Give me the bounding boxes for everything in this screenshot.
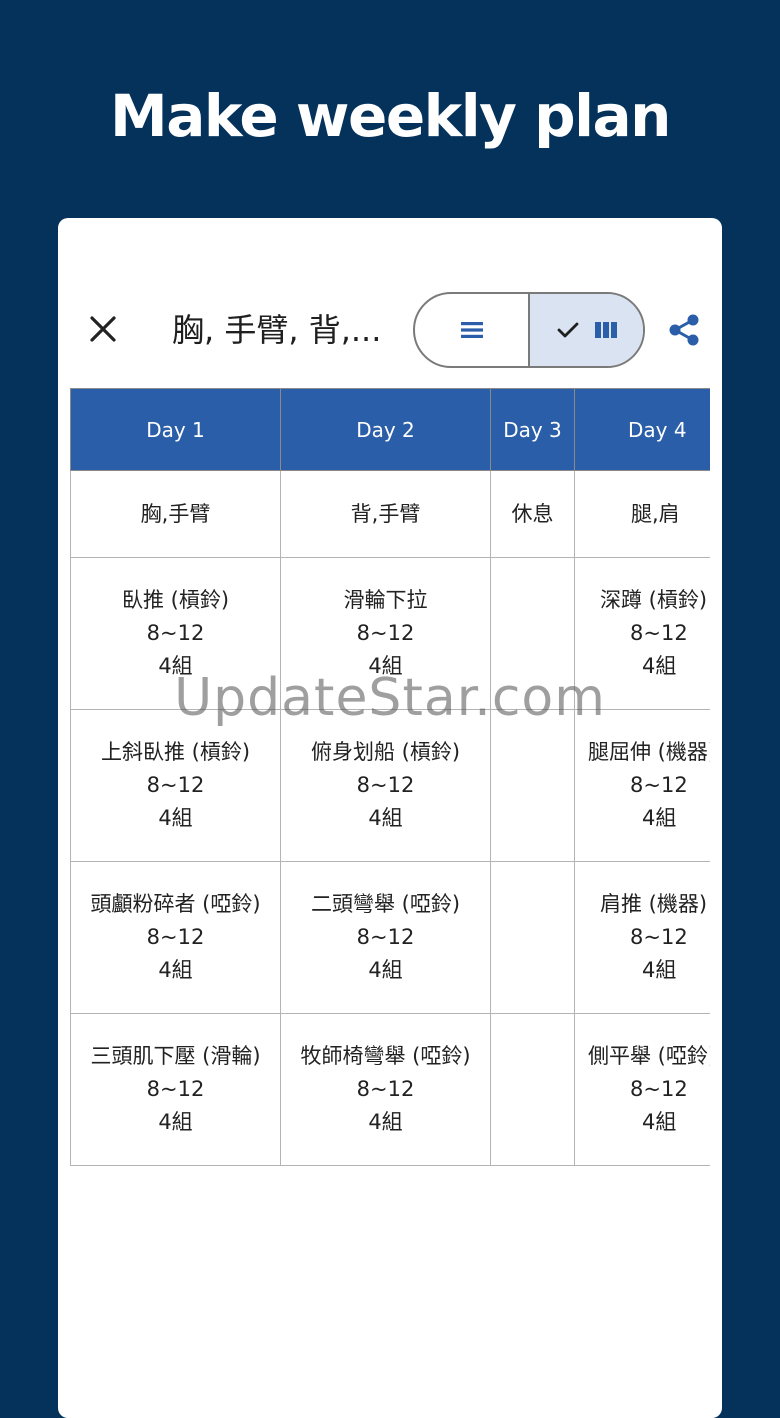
day-header[interactable]: Day 3 — [490, 388, 575, 471]
exercise-cell[interactable] — [490, 709, 575, 862]
exercise-reps: 8~12 — [630, 925, 688, 949]
day-header[interactable]: Day 1 — [70, 388, 281, 471]
share-icon — [669, 314, 699, 346]
grid-view-button[interactable] — [528, 294, 643, 366]
day-focus-cell[interactable]: 背,手臂 — [280, 470, 491, 558]
exercise-cell[interactable]: 俯身划船 (槓鈴) 8~12 4組 — [280, 709, 491, 862]
exercise-sets: 4組 — [158, 958, 193, 982]
exercise-name: 深蹲 (槓鈴) — [600, 588, 708, 612]
exercise-sets: 4組 — [642, 806, 677, 830]
exercise-sets: 4組 — [642, 1110, 677, 1134]
exercise-sets: 4組 — [158, 806, 193, 830]
exercise-row: 上斜臥推 (槓鈴) 8~12 4組 俯身划船 (槓鈴) 8~12 4組 腿屈伸 … — [70, 709, 710, 862]
list-icon — [460, 322, 483, 338]
day-focus-cell[interactable]: 腿,肩 — [574, 470, 710, 558]
check-icon — [557, 322, 578, 338]
exercise-reps: 8~12 — [146, 1077, 205, 1101]
exercise-cell[interactable] — [490, 861, 575, 1014]
exercise-name: 側平舉 (啞鈴) — [588, 1044, 710, 1068]
promo-headline: Make weekly plan — [110, 82, 671, 150]
exercise-name: 腿屈伸 (機器) — [588, 740, 710, 764]
exercise-cell[interactable]: 牧師椅彎舉 (啞鈴) 8~12 4組 — [280, 1013, 491, 1166]
exercise-reps: 8~12 — [146, 773, 205, 797]
exercise-cell[interactable]: 上斜臥推 (槓鈴) 8~12 4組 — [70, 709, 281, 862]
exercise-name: 臥推 (槓鈴) — [121, 588, 230, 612]
exercise-sets: 4組 — [158, 1110, 193, 1134]
day-focus-cell[interactable]: 休息 — [490, 470, 575, 558]
watermark: UpdateStar.com — [174, 668, 606, 728]
exercise-cell[interactable]: 腿屈伸 (機器) 8~12 4組 — [574, 709, 710, 862]
exercise-name: 牧師椅彎舉 (啞鈴) — [300, 1044, 471, 1068]
exercise-reps: 8~12 — [146, 925, 205, 949]
view-toggle — [413, 292, 645, 368]
exercise-reps: 8~12 — [356, 925, 415, 949]
exercise-cell[interactable]: 二頭彎舉 (啞鈴) 8~12 4組 — [280, 861, 491, 1014]
day-focus-cell[interactable]: 胸,手臂 — [70, 470, 281, 558]
exercise-name: 二頭彎舉 (啞鈴) — [310, 892, 461, 916]
exercise-name: 滑輪下拉 — [343, 588, 428, 612]
exercise-cell[interactable]: 肩推 (機器) 8~12 4組 — [574, 861, 710, 1014]
exercise-name: 上斜臥推 (槓鈴) — [100, 740, 251, 764]
list-view-button[interactable] — [415, 294, 528, 366]
share-button[interactable] — [667, 313, 701, 347]
exercise-cell[interactable]: 側平舉 (啞鈴) 8~12 4組 — [574, 1013, 710, 1166]
exercise-sets: 4組 — [642, 958, 677, 982]
exercise-sets: 4組 — [368, 806, 403, 830]
exercise-sets: 4組 — [368, 958, 403, 982]
weekly-plan-table: Day 1 Day 2 Day 3 Day 4 胸,手臂 背,手臂 休息 腿,肩… — [70, 388, 710, 1166]
focus-row: 胸,手臂 背,手臂 休息 腿,肩 — [70, 470, 710, 558]
exercise-row: 頭顱粉碎者 (啞鈴) 8~12 4組 二頭彎舉 (啞鈴) 8~12 4組 肩推 … — [70, 861, 710, 1014]
plan-title: 胸, 手臂, 背,... — [172, 311, 382, 349]
close-icon — [90, 316, 116, 342]
day-header[interactable]: Day 2 — [280, 388, 491, 471]
exercise-cell[interactable] — [490, 1013, 575, 1166]
exercise-reps: 8~12 — [146, 621, 205, 645]
weekly-plan-grid: Day 1 Day 2 Day 3 Day 4 胸,手臂 背,手臂 休息 腿,肩… — [70, 388, 710, 1166]
exercise-name: 俯身划船 (槓鈴) — [310, 740, 461, 764]
exercise-reps: 8~12 — [356, 1077, 415, 1101]
exercise-cell[interactable]: 三頭肌下壓 (滑輪) 8~12 4組 — [70, 1013, 281, 1166]
exercise-name: 肩推 (機器) — [600, 892, 708, 916]
exercise-reps: 8~12 — [630, 773, 688, 797]
close-button[interactable] — [84, 310, 122, 348]
exercise-name: 頭顱粉碎者 (啞鈴) — [90, 892, 261, 916]
exercise-row: 三頭肌下壓 (滑輪) 8~12 4組 牧師椅彎舉 (啞鈴) 8~12 4組 側平… — [70, 1013, 710, 1166]
plan-card: 胸, 手臂, 背,... Day 1 Day 2 Day 3 Day 4 胸,手… — [58, 218, 722, 1418]
day-header[interactable]: Day 4 — [574, 388, 710, 471]
exercise-reps: 8~12 — [356, 621, 415, 645]
exercise-reps: 8~12 — [630, 621, 688, 645]
exercise-cell[interactable]: 頭顱粉碎者 (啞鈴) 8~12 4組 — [70, 861, 281, 1014]
exercise-sets: 4組 — [368, 1110, 403, 1134]
exercise-name: 三頭肌下壓 (滑輪) — [90, 1044, 261, 1068]
exercise-reps: 8~12 — [630, 1077, 688, 1101]
exercise-reps: 8~12 — [356, 773, 415, 797]
day-header-row: Day 1 Day 2 Day 3 Day 4 — [70, 388, 710, 471]
columns-icon — [594, 322, 617, 338]
